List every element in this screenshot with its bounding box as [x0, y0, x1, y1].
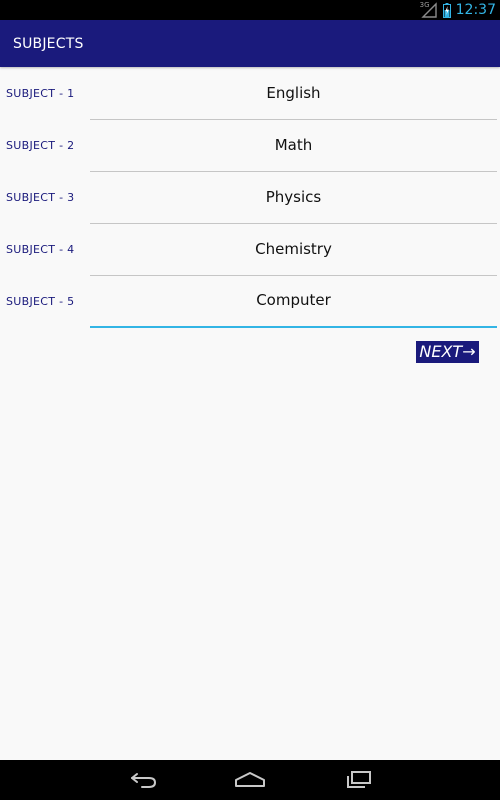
- action-bar: SUBJECTS: [0, 20, 500, 67]
- subject-row-1: SUBJECT - 1: [0, 68, 500, 120]
- status-icons: 3G 12:37: [420, 0, 496, 20]
- subject-label-1: SUBJECT - 1: [6, 87, 75, 100]
- status-clock: 12:37: [455, 2, 496, 18]
- subject-input-3[interactable]: [90, 172, 497, 224]
- subject-row-2: SUBJECT - 2: [0, 120, 500, 172]
- subject-label-5: SUBJECT - 5: [6, 295, 75, 308]
- subject-input-2[interactable]: [90, 120, 497, 172]
- battery-charging-icon: [442, 2, 451, 18]
- subject-row-3: SUBJECT - 3: [0, 172, 500, 224]
- network-type: 3G: [419, 1, 430, 9]
- subject-label-4: SUBJECT - 4: [6, 243, 75, 256]
- subject-label-3: SUBJECT - 3: [6, 191, 75, 204]
- status-bar: 3G 12:37: [0, 0, 500, 20]
- back-icon[interactable]: [114, 760, 174, 800]
- signal-icon: 3G: [420, 2, 438, 18]
- home-icon[interactable]: [220, 760, 280, 800]
- recents-icon[interactable]: [328, 760, 388, 800]
- subject-input-1[interactable]: [90, 68, 497, 120]
- subject-input-5[interactable]: [90, 276, 497, 328]
- subject-input-4[interactable]: [90, 224, 497, 276]
- subject-row-5: SUBJECT - 5: [0, 276, 500, 328]
- page-title: SUBJECTS: [13, 36, 84, 52]
- navigation-bar: [0, 760, 500, 800]
- subject-row-4: SUBJECT - 4: [0, 224, 500, 276]
- subject-label-2: SUBJECT - 2: [6, 139, 75, 152]
- next-button[interactable]: NEXT→: [416, 341, 479, 363]
